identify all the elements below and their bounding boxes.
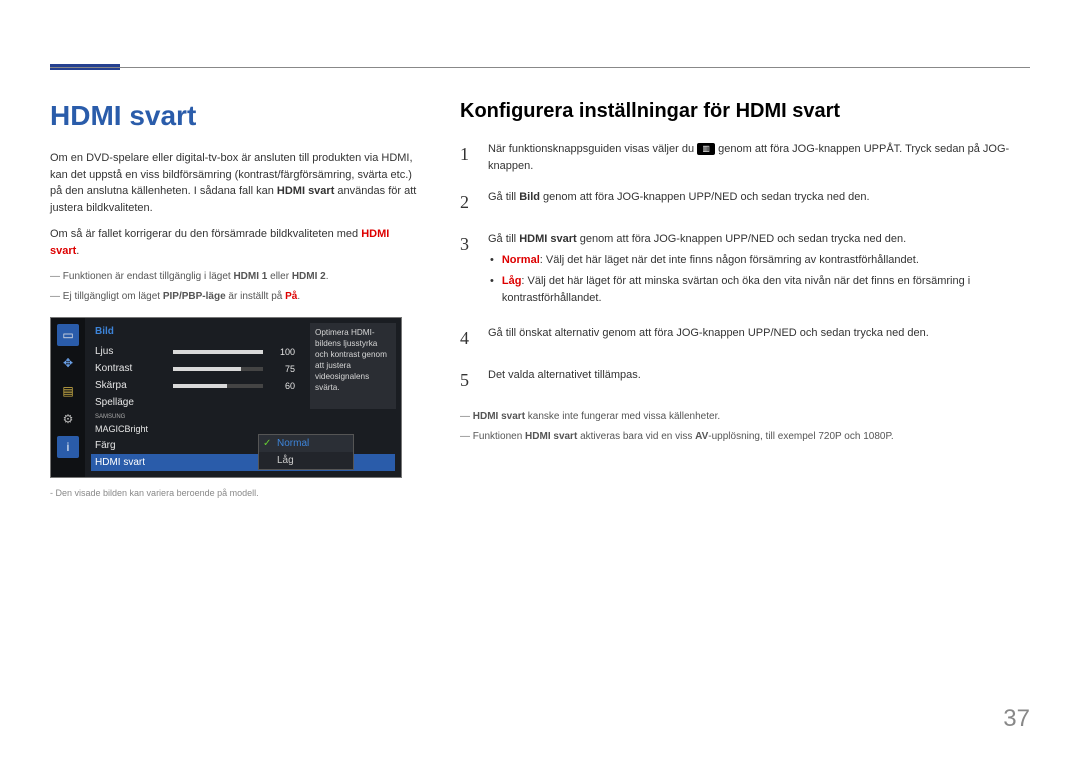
footnote-pip-pbp: Ej tillgängligt om läget PIP/PBP-läge är… xyxy=(50,289,420,305)
osd-sidebar: ▭ ✥ ▤ ⚙ i xyxy=(51,318,85,477)
header-divider xyxy=(50,67,1030,68)
right-column: Konfigurera inställningar för HDMI svart… xyxy=(460,100,1030,498)
step-4: 4 Gå till önskat alternativ genom att fö… xyxy=(460,325,1030,353)
intro-paragraph-1: Om en DVD-spelare eller digital-tv-box ä… xyxy=(50,150,420,216)
step-3: 3 Gå till HDMI svart genom att föra JOG-… xyxy=(460,231,1030,311)
step-number: 5 xyxy=(460,367,474,395)
left-column: HDMI svart Om en DVD-spelare eller digit… xyxy=(50,100,420,498)
step-5: 5 Det valda alternativet tillämpas. xyxy=(460,367,1030,395)
osd-icon-picture: ▭ xyxy=(57,324,79,346)
step-number: 4 xyxy=(460,325,474,353)
osd-main-panel: Bild Ljus 100 Kontrast 75 Skärpa xyxy=(85,318,401,477)
footnote-hdmi-modes: Funktionen är endast tillgänglig i läget… xyxy=(50,269,420,285)
page-number: 37 xyxy=(1003,705,1030,733)
osd-icon-screen: ✥ xyxy=(57,352,79,374)
osd-submenu-normal: Normal xyxy=(259,435,353,452)
step-number: 2 xyxy=(460,189,474,217)
section-title: HDMI svart xyxy=(50,100,420,132)
osd-caption: Den visade bilden kan variera beroende p… xyxy=(50,488,420,498)
option-low: Låg: Välj det här läget för att minska s… xyxy=(490,273,1030,307)
option-list: Normal: Välj det här läget när det inte … xyxy=(490,252,1030,307)
osd-icon-settings: ⚙ xyxy=(57,408,79,430)
osd-submenu-low: Låg xyxy=(259,452,353,469)
subsection-title: Konfigurera inställningar för HDMI svart xyxy=(460,100,1030,123)
footnote-limitation-1: HDMI svart kanske inte fungerar med viss… xyxy=(460,409,1030,425)
option-normal: Normal: Välj det här läget när det inte … xyxy=(490,252,1030,269)
osd-icon-pip: ▤ xyxy=(57,380,79,402)
intro-paragraph-2: Om så är fallet korrigerar du den försäm… xyxy=(50,226,420,259)
osd-screenshot: ▭ ✥ ▤ ⚙ i Bild Ljus 100 Kontrast xyxy=(50,317,402,478)
osd-description-panel: Optimera HDMI-bildens ljusstyrka och kon… xyxy=(310,323,396,409)
osd-submenu: Normal Låg xyxy=(258,434,354,470)
step-1: 1 När funktionsknappsguiden visas väljer… xyxy=(460,141,1030,175)
step-number: 1 xyxy=(460,141,474,175)
osd-icon-info: i xyxy=(57,436,79,458)
step-number: 3 xyxy=(460,231,474,311)
step-2: 2 Gå till Bild genom att föra JOG-knappe… xyxy=(460,189,1030,217)
footnote-limitation-2: Funktionen HDMI svart aktiveras bara vid… xyxy=(460,429,1030,445)
menu-icon: ▥ xyxy=(697,143,715,155)
